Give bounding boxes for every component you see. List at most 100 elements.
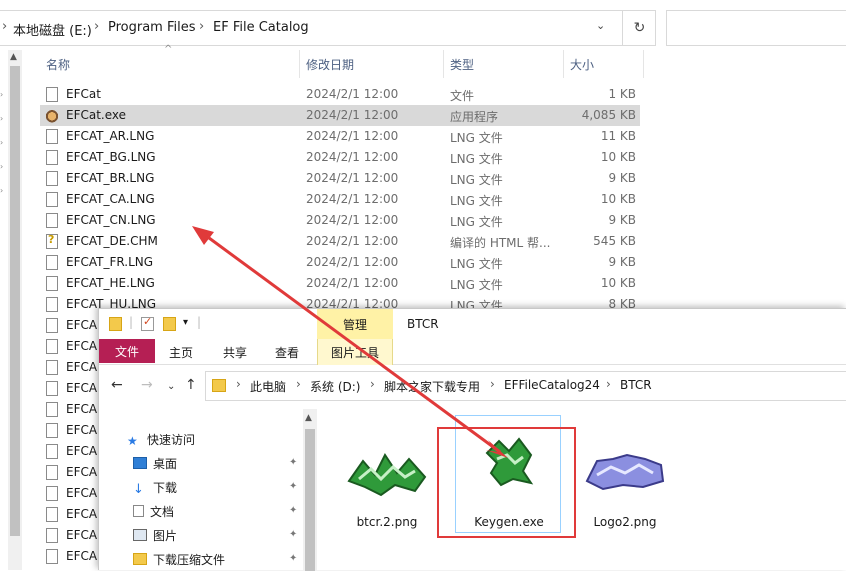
file-row-partial[interactable]: EFCA — [40, 504, 98, 525]
nav-downloads[interactable]: ↓ 下载 — [133, 479, 177, 497]
scrollbar-thumb[interactable] — [305, 429, 315, 571]
file-row[interactable]: EFCAT_FR.LNG 2024/2/1 12:00 LNG 文件 9 KB — [40, 252, 640, 273]
breadcrumb-separator: › — [296, 377, 301, 391]
file-row-partial[interactable]: EFCA — [40, 399, 98, 420]
file-name: EFCAT_CN.LNG — [66, 213, 156, 227]
file-name: EFCA — [66, 318, 98, 332]
customize-quick-access-icon[interactable]: ▾ — [183, 317, 188, 328]
file-row-partial[interactable]: EFCA — [40, 420, 98, 441]
scrollbar-thumb[interactable] — [10, 66, 20, 536]
nav-quick-access[interactable]: ★ 快速访问 — [127, 431, 195, 448]
file-icon — [46, 528, 58, 543]
file-row[interactable]: EFCAT_BR.LNG 2024/2/1 12:00 LNG 文件 9 KB — [40, 168, 640, 189]
tab-file[interactable]: 文件 — [99, 339, 155, 363]
file-name: EFCAT_HE.LNG — [66, 276, 155, 290]
tab-view[interactable]: 查看 — [275, 344, 299, 361]
refresh-button[interactable]: ↻ — [622, 10, 656, 46]
tab-picture-tools[interactable]: 图片工具 — [331, 344, 379, 361]
breadcrumb-separator: › — [606, 377, 611, 391]
file-row[interactable]: EFCAT_CN.LNG 2024/2/1 12:00 LNG 文件 9 KB — [40, 210, 640, 231]
window-title: BTCR — [407, 317, 439, 331]
file-icon — [46, 276, 58, 291]
up-arrow-icon[interactable]: ↑ — [185, 377, 197, 393]
properties-icon[interactable] — [141, 315, 154, 331]
file-row-partial[interactable]: EFCA — [40, 525, 98, 546]
file-type: LNG 文件 — [450, 194, 503, 208]
file-name: EFCA — [66, 528, 98, 542]
file-row[interactable]: EFCAT_HE.LNG 2024/2/1 12:00 LNG 文件 10 KB — [40, 273, 640, 294]
breadcrumb-effilecatalog24[interactable]: EFFileCatalog24 — [504, 378, 600, 392]
chm-icon — [46, 233, 58, 249]
chevron-down-icon[interactable]: ⌄ — [596, 19, 605, 32]
back-arrow-icon[interactable]: ← — [111, 377, 123, 393]
ribbon-tabs: 文件 主页 共享 查看 图片工具 — [99, 339, 846, 365]
file-row-partial[interactable]: EFCA — [40, 462, 98, 483]
file-size: 1 KB — [608, 87, 636, 101]
file-row-partial[interactable]: EFCA — [40, 378, 98, 399]
breadcrumb-separator: › — [370, 377, 375, 391]
file-icon — [46, 171, 58, 186]
breadcrumb-drive[interactable]: 本地磁盘 (E:) — [13, 20, 92, 39]
breadcrumb-system-d[interactable]: 系统 (D:) — [310, 378, 360, 395]
thumbnail-label: btcr.2.png — [356, 515, 418, 529]
search-input[interactable] — [666, 10, 846, 46]
breadcrumb-separator: › — [94, 19, 100, 34]
column-header-date[interactable]: 修改日期 — [300, 50, 444, 78]
file-icon — [46, 507, 58, 522]
recent-locations-icon[interactable]: ⌄ — [167, 381, 175, 392]
file-row-partial[interactable]: EFCA — [40, 441, 98, 462]
file-icon — [46, 465, 58, 480]
file-row-partial[interactable]: EFCA — [40, 336, 98, 357]
breadcrumb-ef-file-catalog[interactable]: EF File Catalog — [213, 20, 309, 35]
file-icon — [46, 360, 58, 375]
file-type: LNG 文件 — [450, 278, 503, 292]
nav-pictures[interactable]: 图片 — [133, 527, 177, 544]
file-name: EFCAT_FR.LNG — [66, 255, 154, 269]
vertical-scrollbar[interactable]: ▲ — [8, 50, 22, 570]
file-icon — [46, 444, 58, 459]
nav-desktop[interactable]: 桌面 — [133, 455, 177, 472]
new-folder-icon[interactable] — [163, 317, 176, 331]
file-date: 2024/2/1 12:00 — [306, 150, 399, 164]
file-row-partial[interactable]: EFCA — [40, 357, 98, 378]
file-name: EFCAT_BR.LNG — [66, 171, 155, 185]
column-header-name[interactable]: 名称 — [40, 50, 300, 78]
tab-share[interactable]: 共享 — [223, 344, 247, 361]
file-row[interactable]: EFCat 2024/2/1 12:00 文件 1 KB — [40, 84, 640, 105]
nav-documents[interactable]: 文档 — [133, 503, 174, 520]
file-date: 2024/2/1 12:00 — [306, 255, 399, 269]
pin-icon[interactable]: ✦ — [289, 481, 297, 492]
chevron-right-icon: › — [0, 162, 4, 171]
file-row[interactable]: EFCAT_BG.LNG 2024/2/1 12:00 LNG 文件 10 KB — [40, 147, 640, 168]
pin-icon[interactable]: ✦ — [289, 505, 297, 516]
scroll-up-icon[interactable]: ▲ — [305, 413, 312, 423]
file-row[interactable]: EFCAT_DE.CHM 2024/2/1 12:00 编译的 HTML 帮... 5… — [40, 231, 640, 252]
pictures-icon — [133, 529, 147, 541]
pin-icon[interactable]: ✦ — [289, 529, 297, 540]
tab-home[interactable]: 主页 — [169, 344, 193, 361]
column-header-type[interactable]: 类型 — [444, 50, 564, 78]
pin-icon[interactable]: ✦ — [289, 553, 297, 564]
file-type: 应用程序 — [450, 110, 499, 124]
file-row-partial[interactable]: EFCA — [40, 483, 98, 504]
file-row-partial[interactable]: EFCA — [40, 315, 98, 336]
file-row[interactable]: EFCat.exe 2024/2/1 12:00 应用程序 4,085 KB — [40, 105, 640, 126]
breadcrumb-program-files[interactable]: Program Files — [108, 20, 196, 35]
nav-pane-scrollbar[interactable]: ▲ — [303, 409, 317, 571]
nav-compressed-downloads[interactable]: 下载压缩文件 — [133, 551, 225, 568]
file-row[interactable]: EFCAT_AR.LNG 2024/2/1 12:00 LNG 文件 11 KB — [40, 126, 640, 147]
file-size: 545 KB — [593, 234, 636, 248]
breadcrumb-btcr[interactable]: BTCR — [620, 378, 652, 392]
column-header-size[interactable]: 大小 — [564, 50, 644, 78]
file-size: 10 KB — [600, 192, 636, 206]
scroll-up-icon[interactable]: ▲ — [10, 52, 17, 62]
file-row-partial[interactable]: EFCA — [40, 546, 98, 567]
tab-manage[interactable]: 管理 — [317, 309, 393, 339]
forward-arrow-icon[interactable]: → — [141, 377, 153, 393]
pin-icon[interactable]: ✦ — [289, 457, 297, 468]
breadcrumb-this-pc[interactable]: 此电脑 — [250, 378, 286, 395]
address-bar[interactable]: › 此电脑 › 系统 (D:) › 脚本之家下载专用 › EFFileCatal… — [205, 371, 846, 401]
file-row[interactable]: EFCAT_CA.LNG 2024/2/1 12:00 LNG 文件 10 KB — [40, 189, 640, 210]
graffiti-image-icon — [345, 441, 429, 501]
breadcrumb-download-folder[interactable]: 脚本之家下载专用 — [384, 378, 480, 395]
